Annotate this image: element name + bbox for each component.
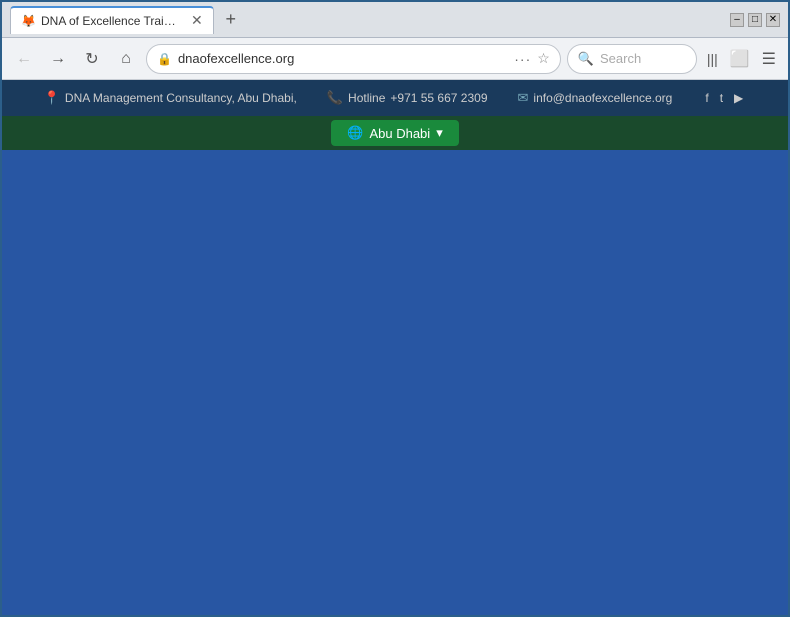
hotline-number: +971 55 667 2309 xyxy=(390,91,487,105)
tab-area: 🦊 DNA of Excellence Training Group ✕ + xyxy=(10,6,722,34)
browser-window: 🦊 DNA of Excellence Training Group ✕ + –… xyxy=(0,0,790,617)
location-item: 📍 DNA Management Consultancy, Abu Dhabi, xyxy=(44,90,297,106)
home-button[interactable]: ⌂ xyxy=(112,45,140,73)
tab-favicon: 🦊 xyxy=(21,14,35,28)
tab-title: DNA of Excellence Training Group xyxy=(41,14,181,28)
phone-icon: 📞 xyxy=(327,90,343,106)
url-text: dnaofexcellence.org xyxy=(178,51,508,66)
social-icons: f t ▶ xyxy=(702,91,746,105)
address-bar[interactable]: 🔒 dnaofexcellence.org ··· ☆ xyxy=(146,44,561,74)
location-icon: 📍 xyxy=(44,90,60,106)
location-row: 🌐 Abu Dhabi ▾ xyxy=(2,116,788,150)
search-placeholder: Search xyxy=(600,51,641,66)
title-bar: 🦊 DNA of Excellence Training Group ✕ + –… xyxy=(2,2,788,38)
webpage: 📍 DNA Management Consultancy, Abu Dhabi,… xyxy=(2,80,788,615)
youtube-icon[interactable]: ▶ xyxy=(734,91,743,105)
menu-icon[interactable]: ☰ xyxy=(758,45,780,73)
new-tab-button[interactable]: + xyxy=(218,7,244,33)
back-button[interactable]: ← xyxy=(10,45,38,73)
hotline-item: 📞 Hotline +971 55 667 2309 xyxy=(327,90,488,106)
maximize-button[interactable]: □ xyxy=(748,13,762,27)
synced-tabs-icon[interactable]: ⬜ xyxy=(726,45,754,73)
minimize-button[interactable]: – xyxy=(730,13,744,27)
location-btn-text: Abu Dhabi xyxy=(369,126,430,141)
search-icon: 🔍 xyxy=(578,51,594,67)
address-options-icon[interactable]: ··· xyxy=(514,51,531,67)
refresh-button[interactable]: ↻ xyxy=(78,45,106,73)
bookmarks-icon[interactable]: ||| xyxy=(703,47,722,71)
toolbar-icons: ||| ⬜ ☰ xyxy=(703,45,780,73)
search-bar[interactable]: 🔍 Search xyxy=(567,44,697,74)
twitter-icon[interactable]: t xyxy=(720,91,723,105)
facebook-icon[interactable]: f xyxy=(705,91,708,105)
tab-close-button[interactable]: ✕ xyxy=(191,12,203,29)
active-tab[interactable]: 🦊 DNA of Excellence Training Group ✕ xyxy=(10,6,214,34)
hotline-label: Hotline xyxy=(348,91,385,105)
bookmark-icon[interactable]: ☆ xyxy=(537,50,550,67)
email-item: ✉ info@dnaofexcellence.org xyxy=(518,90,673,106)
location-dropdown-button[interactable]: 🌐 Abu Dhabi ▾ xyxy=(331,120,458,146)
forward-button[interactable]: → xyxy=(44,45,72,73)
dropdown-chevron-icon: ▾ xyxy=(436,125,443,141)
close-button[interactable]: ✕ xyxy=(766,13,780,27)
globe-icon: 🌐 xyxy=(347,125,363,141)
location-text: DNA Management Consultancy, Abu Dhabi, xyxy=(65,91,297,105)
email-text: info@dnaofexcellence.org xyxy=(533,91,672,105)
lock-icon: 🔒 xyxy=(157,52,172,66)
window-controls: – □ ✕ xyxy=(730,13,780,27)
nav-bar: ← → ↻ ⌂ 🔒 dnaofexcellence.org ··· ☆ 🔍 Se… xyxy=(2,38,788,80)
site-topbar: 📍 DNA Management Consultancy, Abu Dhabi,… xyxy=(2,80,788,116)
email-icon: ✉ xyxy=(518,90,529,106)
